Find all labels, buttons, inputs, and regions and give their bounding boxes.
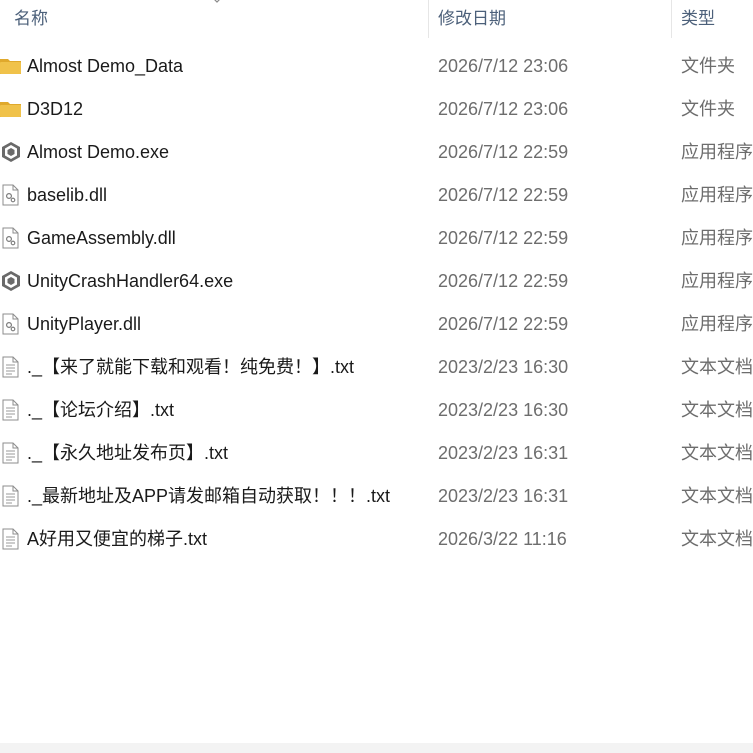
file-name: ._【论坛介绍】.txt bbox=[27, 400, 175, 420]
file-explorer-window: 名称 修改日期 类型 Almost Demo_Data 2026/7/12 23… bbox=[0, 0, 753, 753]
column-header-name[interactable]: 名称 bbox=[14, 0, 48, 38]
file-date: 2023/2/23 16:31 bbox=[438, 443, 569, 463]
unity-exe-icon bbox=[0, 141, 22, 163]
file-date: 2026/7/12 23:06 bbox=[438, 56, 569, 76]
folder-icon bbox=[0, 98, 22, 120]
dll-file-icon bbox=[0, 184, 22, 206]
file-row[interactable]: ._最新地址及APP请发邮箱自动获取！！！.txt 2023/2/23 16:3… bbox=[0, 475, 753, 518]
file-type: 文本文档 bbox=[681, 357, 753, 377]
file-date: 2026/7/12 23:06 bbox=[438, 99, 569, 119]
file-type: 文本文档 bbox=[681, 443, 753, 463]
file-name: Almost Demo.exe bbox=[27, 142, 170, 162]
file-type: 文本文档 bbox=[681, 486, 753, 506]
file-row[interactable]: UnityCrashHandler64.exe 2026/7/12 22:59 … bbox=[0, 260, 753, 303]
horizontal-scrollbar[interactable] bbox=[0, 743, 753, 753]
text-file-icon bbox=[0, 356, 22, 378]
file-row[interactable]: baselib.dll 2026/7/12 22:59 应用程序 bbox=[0, 174, 753, 217]
text-file-icon bbox=[0, 528, 22, 550]
file-name: ._【永久地址发布页】.txt bbox=[27, 443, 229, 463]
file-type: 文本文档 bbox=[681, 529, 753, 549]
dll-file-icon bbox=[0, 227, 22, 249]
file-row[interactable]: Almost Demo.exe 2026/7/12 22:59 应用程序 bbox=[0, 131, 753, 174]
file-type: 应用程序 bbox=[681, 185, 753, 205]
file-row[interactable]: ._【永久地址发布页】.txt 2023/2/23 16:31 文本文档 bbox=[0, 432, 753, 475]
file-type: 文件夹 bbox=[681, 56, 735, 76]
file-date: 2023/2/23 16:30 bbox=[438, 400, 569, 420]
file-type: 应用程序 bbox=[681, 228, 753, 248]
folder-icon bbox=[0, 55, 22, 77]
file-row[interactable]: GameAssembly.dll 2026/7/12 22:59 应用程序 bbox=[0, 217, 753, 260]
column-header-type[interactable]: 类型 bbox=[681, 0, 715, 38]
file-type: 文本文档 bbox=[681, 400, 753, 420]
text-file-icon bbox=[0, 485, 22, 507]
file-date: 2026/7/12 22:59 bbox=[438, 185, 569, 205]
file-type: 应用程序 bbox=[681, 314, 753, 334]
file-row[interactable]: Almost Demo_Data 2026/7/12 23:06 文件夹 bbox=[0, 45, 753, 88]
file-row[interactable]: ._【来了就能下载和观看！纯免费！】.txt 2023/2/23 16:30 文… bbox=[0, 346, 753, 389]
file-name: ._【来了就能下载和观看！纯免费！】.txt bbox=[27, 357, 355, 377]
file-row[interactable]: UnityPlayer.dll 2026/7/12 22:59 应用程序 bbox=[0, 303, 753, 346]
column-separator[interactable] bbox=[428, 0, 429, 38]
file-name: UnityPlayer.dll bbox=[27, 314, 142, 334]
column-header-bar: 名称 修改日期 类型 bbox=[0, 0, 753, 38]
file-row[interactable]: ._【论坛介绍】.txt 2023/2/23 16:30 文本文档 bbox=[0, 389, 753, 432]
file-row[interactable]: A好用又便宜的梯子.txt 2026/3/22 11:16 文本文档 bbox=[0, 518, 753, 561]
unity-exe-icon bbox=[0, 270, 22, 292]
file-list: Almost Demo_Data 2026/7/12 23:06 文件夹 D3D… bbox=[0, 45, 753, 561]
file-type: 文件夹 bbox=[681, 99, 735, 119]
file-date: 2026/7/12 22:59 bbox=[438, 314, 569, 334]
column-header-date[interactable]: 修改日期 bbox=[438, 0, 506, 38]
file-name: A好用又便宜的梯子.txt bbox=[27, 529, 208, 549]
dll-file-icon bbox=[0, 313, 22, 335]
file-date: 2026/3/22 11:16 bbox=[438, 529, 567, 549]
column-separator[interactable] bbox=[671, 0, 672, 38]
file-date: 2023/2/23 16:31 bbox=[438, 486, 569, 506]
file-type: 应用程序 bbox=[681, 142, 753, 162]
file-name: D3D12 bbox=[27, 99, 84, 119]
file-name: baselib.dll bbox=[27, 185, 108, 205]
sort-caret-icon bbox=[214, 0, 220, 3]
file-name: GameAssembly.dll bbox=[27, 228, 176, 248]
file-date: 2026/7/12 22:59 bbox=[438, 271, 569, 291]
file-date: 2023/2/23 16:30 bbox=[438, 357, 569, 377]
file-row[interactable]: D3D12 2026/7/12 23:06 文件夹 bbox=[0, 88, 753, 131]
text-file-icon bbox=[0, 442, 22, 464]
file-date: 2026/7/12 22:59 bbox=[438, 228, 569, 248]
file-type: 应用程序 bbox=[681, 271, 753, 291]
text-file-icon bbox=[0, 399, 22, 421]
file-name: UnityCrashHandler64.exe bbox=[27, 271, 234, 291]
file-name: ._最新地址及APP请发邮箱自动获取！！！.txt bbox=[27, 486, 391, 506]
file-name: Almost Demo_Data bbox=[27, 56, 184, 76]
file-date: 2026/7/12 22:59 bbox=[438, 142, 569, 162]
